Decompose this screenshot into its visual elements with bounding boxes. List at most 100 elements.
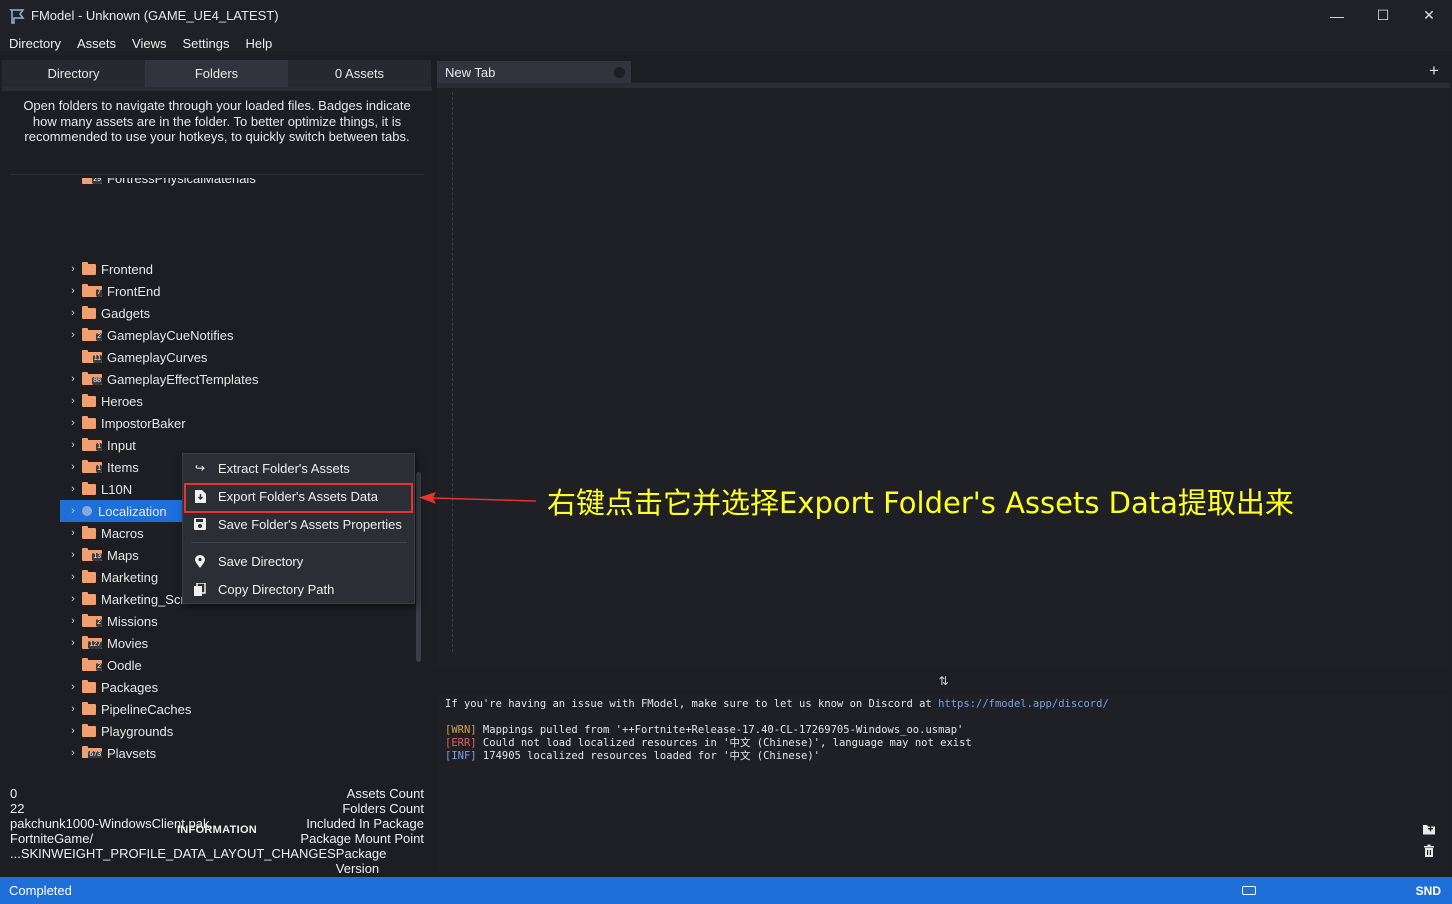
chevron-right-icon[interactable]: ›: [66, 505, 80, 517]
folder-icon: [82, 393, 96, 407]
folder-icon: 88: [82, 371, 102, 385]
log-console[interactable]: If you're having an issue with FModel, m…: [437, 694, 1450, 872]
folder-icon: [82, 481, 96, 495]
tree-item-label: L10N: [101, 481, 133, 497]
open-folder-icon[interactable]: [1422, 822, 1436, 836]
menu-assets[interactable]: Assets: [77, 36, 116, 51]
loading-dot-icon: [82, 506, 92, 516]
chevron-right-icon[interactable]: ›: [66, 703, 80, 715]
tree-item[interactable]: › ImpostorBaker: [60, 412, 408, 434]
tree-item[interactable]: › 7 FrontEnd: [60, 280, 408, 302]
tree-item[interactable]: › 2 Missions: [60, 610, 408, 632]
tree-item[interactable]: › 88 GameplayEffectTemplates: [60, 368, 408, 390]
chevron-right-icon[interactable]: ›: [66, 285, 80, 297]
share-arrow-icon: ↪: [194, 461, 206, 475]
chevron-right-icon[interactable]: ›: [66, 637, 80, 649]
ctx-extract-folder-assets[interactable]: ↪ Extract Folder's Assets: [183, 455, 414, 481]
chevron-right-icon[interactable]: ›: [66, 483, 80, 495]
panel-splitter[interactable]: ⇅: [437, 668, 1450, 694]
ctx-save-directory[interactable]: Save Directory: [183, 548, 414, 574]
menu-views[interactable]: Views: [132, 36, 166, 51]
document-tab[interactable]: New Tab: [437, 61, 631, 83]
tree-item[interactable]: ›11GameplayCurves: [60, 346, 408, 368]
tab-folders[interactable]: Folders: [145, 60, 288, 87]
tree-item[interactable]: › 673 Playsets: [60, 742, 408, 758]
ctx-label: Save Folder's Assets Properties: [218, 516, 402, 532]
text-editor[interactable]: [437, 88, 1450, 668]
chevron-right-icon[interactable]: ›: [66, 549, 80, 561]
tree-item[interactable]: › Heroes: [60, 390, 408, 412]
log-tag-warning: [WRN]: [445, 724, 477, 736]
folder-icon: 29: [82, 178, 102, 184]
minimize-button[interactable]: —: [1314, 0, 1360, 31]
tree-item[interactable]: › Playgrounds: [60, 720, 408, 742]
chevron-right-icon[interactable]: ›: [66, 417, 80, 429]
info-key: Included In Package: [306, 816, 424, 831]
folder-icon: [82, 701, 96, 715]
context-menu: ↪ Extract Folder's Assets Export Folder'…: [182, 453, 415, 604]
tab-directory[interactable]: Directory: [2, 60, 145, 87]
tree-item[interactable]: › 127 Movies: [60, 632, 408, 654]
chevron-right-icon[interactable]: ›: [66, 373, 80, 385]
tree-item-label: Playsets: [107, 745, 157, 759]
chevron-right-icon[interactable]: ›: [66, 329, 80, 341]
menu-bar: Directory Assets Views Settings Help: [0, 31, 1452, 55]
info-value: FortniteGame/: [10, 831, 94, 846]
tree-item[interactable]: ›2Oodle: [60, 654, 408, 676]
tree-item[interactable]: › 2 GameplayCueNotifies: [60, 324, 408, 346]
trash-icon[interactable]: [1422, 844, 1436, 858]
chevron-right-icon[interactable]: ›: [66, 263, 80, 275]
tree-item-label: Heroes: [101, 393, 143, 409]
asset-count-badge: 13: [92, 552, 102, 561]
chevron-right-icon[interactable]: ›: [66, 439, 80, 451]
chevron-right-icon[interactable]: ›: [66, 681, 80, 693]
chevron-right-icon[interactable]: ›: [66, 461, 80, 473]
info-row-folders-count: 22 Folders Count: [10, 801, 424, 816]
menu-settings[interactable]: Settings: [182, 36, 229, 51]
menu-directory[interactable]: Directory: [9, 36, 61, 51]
keyboard-icon: [1241, 886, 1256, 895]
tree-item[interactable]: ›29FortressPhysicalMaterials: [60, 178, 408, 189]
chevron-right-icon[interactable]: ›: [66, 571, 80, 583]
ctx-save-folder-assets-properties[interactable]: Save Folder's Assets Properties: [183, 511, 414, 537]
copy-icon: [193, 582, 207, 596]
tree-item[interactable]: › Packages: [60, 676, 408, 698]
ctx-copy-directory-path[interactable]: Copy Directory Path: [183, 576, 414, 602]
info-value: 22: [10, 801, 25, 816]
folder-icon: 1: [82, 459, 102, 473]
discord-link[interactable]: https://fmodel.app/discord/: [938, 698, 1109, 710]
maximize-button[interactable]: ☐: [1360, 0, 1406, 31]
document-tab-label: New Tab: [445, 64, 496, 80]
folder-icon: [82, 261, 96, 275]
chevron-right-icon[interactable]: ›: [66, 747, 80, 758]
info-row-package-version: ...SKINWEIGHT_PROFILE_DATA_LAYOUT_CHANGE…: [10, 846, 424, 876]
status-text: Completed: [9, 883, 72, 898]
asset-count-badge: 2: [96, 618, 102, 627]
chevron-right-icon[interactable]: ›: [66, 307, 80, 319]
chevron-right-icon[interactable]: ›: [66, 615, 80, 627]
folder-icon: 1: [82, 437, 102, 451]
tree-item-label: Maps: [107, 547, 139, 563]
folder-icon: 127: [82, 635, 102, 649]
folders-help-text: Open folders to navigate through your lo…: [23, 98, 411, 144]
add-tab-button[interactable]: +: [1422, 60, 1446, 82]
close-button[interactable]: ✕: [1406, 0, 1452, 31]
tree-item-label: Frontend: [101, 261, 154, 277]
status-right: SND: [1241, 877, 1452, 904]
folder-icon: 2: [82, 613, 102, 627]
chevron-right-icon[interactable]: ›: [66, 593, 80, 605]
chevron-right-icon[interactable]: ›: [66, 395, 80, 407]
tree-item[interactable]: › PipelineCaches: [60, 698, 408, 720]
right-panel: New Tab + ⇅ If you're having an issue wi…: [437, 60, 1452, 876]
chevron-right-icon[interactable]: ›: [66, 725, 80, 737]
menu-help[interactable]: Help: [245, 36, 272, 51]
tree-item[interactable]: › Gadgets: [60, 302, 408, 324]
tree-item[interactable]: › Frontend: [60, 258, 408, 280]
tree-item-label: Marketing_Scr: [101, 591, 185, 607]
asset-count-badge: 88: [92, 376, 102, 385]
info-value: 0: [10, 786, 18, 801]
tab-close-icon[interactable]: [614, 67, 625, 78]
tab-assets[interactable]: 0 Assets: [288, 60, 431, 87]
chevron-right-icon[interactable]: ›: [66, 527, 80, 539]
